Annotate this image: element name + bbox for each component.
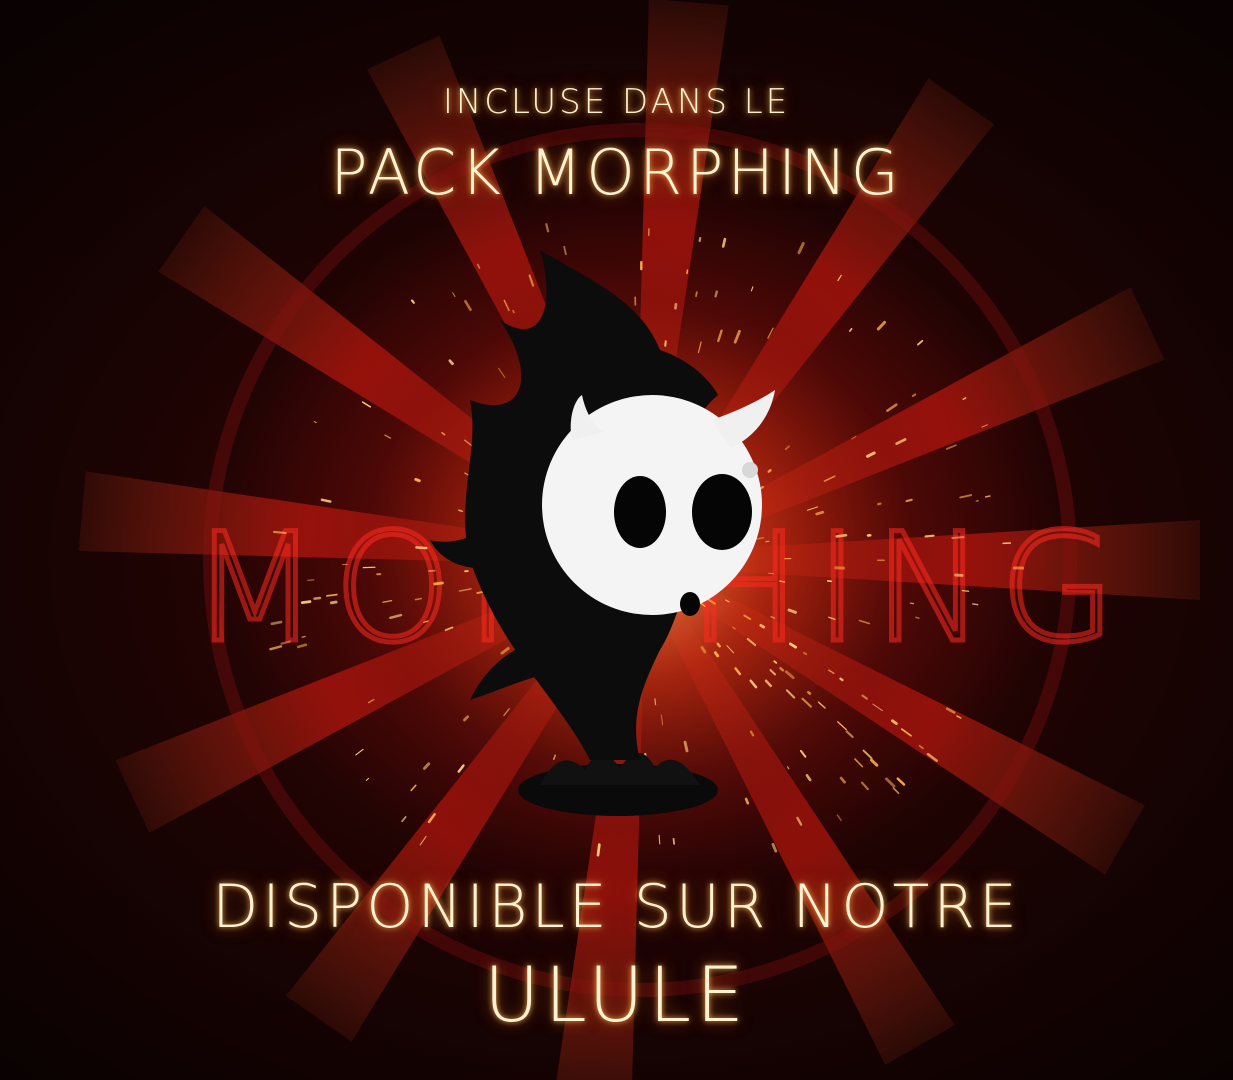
- mask-right-eye: [692, 474, 752, 550]
- ulule-link-text[interactable]: ULULE: [0, 950, 1233, 1039]
- subtitle-text: INCLUSE DANS LE: [442, 82, 791, 122]
- mask-left-eye: [614, 476, 666, 548]
- mask-mouth: [680, 592, 700, 616]
- promo-poster: MORPHING INCLUSE DANS LE PACK MORPHING D…: [0, 0, 1233, 1080]
- pack-title: PACK MORPHING: [330, 136, 903, 209]
- availability-text: DISPONIBLE SUR NOTRE: [212, 872, 1021, 942]
- mask-side-hole: [742, 462, 758, 478]
